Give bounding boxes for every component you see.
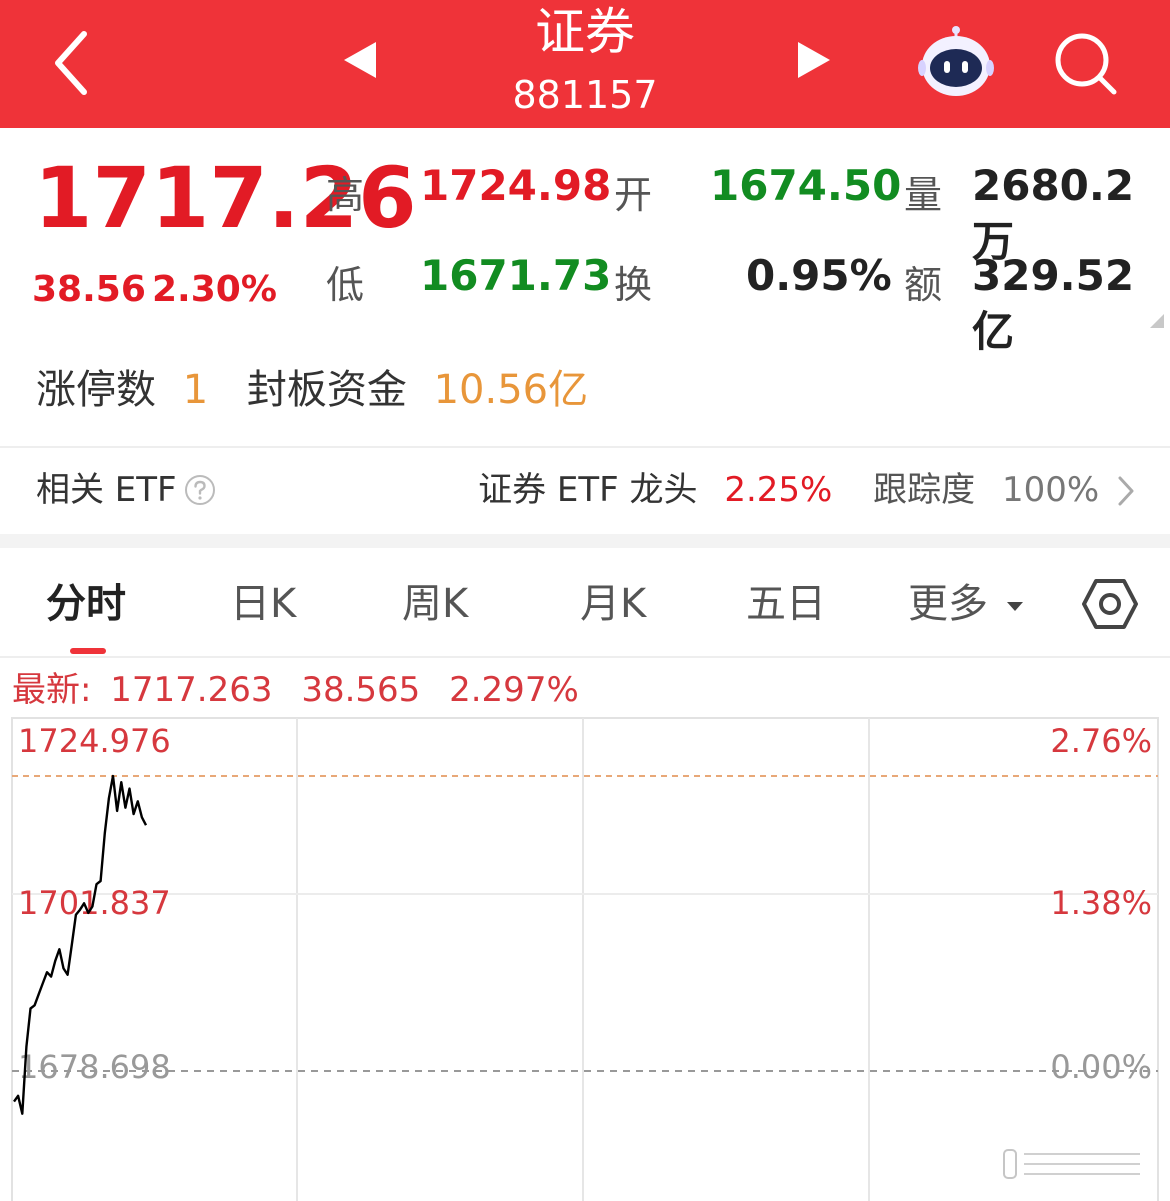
intraday-chart[interactable]: 1724.9761701.8371678.6982.76%1.38%0.00% — [0, 700, 1170, 1201]
next-triangle-icon[interactable] — [792, 38, 836, 82]
price-change: 38.56 — [32, 269, 146, 310]
chevron-right-icon[interactable] — [1116, 474, 1136, 508]
tab-intraday[interactable]: 分时 — [46, 572, 126, 636]
settings-hexagon-icon[interactable] — [1082, 576, 1138, 632]
dropdown-triangle-icon — [1006, 602, 1023, 611]
low-value: 1671.73 — [420, 251, 612, 300]
active-tab-indicator — [70, 648, 106, 654]
tab-five-day[interactable]: 五日 — [746, 572, 826, 636]
search-icon[interactable] — [1052, 30, 1118, 96]
robot-assistant-icon[interactable] — [916, 24, 996, 100]
divider — [0, 656, 1170, 658]
etf-link[interactable]: 证券 ETF 龙头 2.25% 跟踪度 100% — [478, 462, 1136, 518]
divider — [0, 446, 1170, 448]
tab-more-label: 更多 — [908, 581, 988, 627]
y-tick-left: 1724.976 — [18, 722, 171, 760]
chart-frame — [11, 717, 1159, 1201]
tracking-value: 100% — [1001, 470, 1100, 510]
open-value: 1674.50 — [710, 161, 902, 210]
y-tick-right: 0.00% — [1050, 1048, 1152, 1086]
etf-name: 证券 ETF 龙头 — [478, 470, 698, 510]
open-label: 开 — [614, 173, 653, 217]
tab-weekly-k[interactable]: 周K — [402, 572, 468, 636]
tracking-label: 跟踪度 — [873, 470, 976, 510]
etf-label: 相关 ETF — [36, 470, 177, 510]
etf-pct: 2.25% — [724, 470, 833, 510]
limit-count-label: 涨停数 — [36, 367, 156, 413]
stock-code: 881157 — [512, 73, 658, 117]
y-tick-right: 2.76% — [1050, 722, 1152, 760]
prev-triangle-icon[interactable] — [338, 38, 382, 82]
seal-fund-label: 封板资金 — [246, 367, 407, 413]
tab-monthly-k[interactable]: 月K — [580, 572, 646, 636]
tab-more[interactable]: 更多 — [908, 572, 1025, 636]
low-label: 低 — [326, 263, 365, 307]
watermark-logo — [1003, 1149, 1140, 1179]
turnover-label: 换 — [614, 263, 653, 307]
expand-corner-icon[interactable] — [1150, 314, 1164, 328]
limit-up-row: 涨停数 1 封板资金 10.56亿 — [36, 360, 588, 420]
price-change-pct: 2.30% — [152, 269, 277, 310]
back-arrow-icon[interactable] — [48, 28, 98, 98]
help-icon[interactable] — [184, 474, 216, 506]
seal-fund-value: 10.56亿 — [433, 367, 589, 413]
volume-label: 量 — [904, 173, 943, 217]
page-title: 证券 — [535, 3, 635, 61]
high-label: 高 — [326, 173, 365, 217]
y-tick-left: 1678.698 — [18, 1048, 171, 1086]
section-gap — [0, 534, 1170, 548]
high-value: 1724.98 — [420, 161, 612, 210]
amount-label: 额 — [904, 263, 943, 307]
tab-daily-k[interactable]: 日K — [230, 572, 296, 636]
y-tick-right: 1.38% — [1050, 884, 1152, 922]
limit-count: 1 — [182, 367, 209, 413]
amount-value: 329.52亿 — [972, 251, 1135, 356]
turnover-value: 0.95% — [746, 251, 892, 300]
